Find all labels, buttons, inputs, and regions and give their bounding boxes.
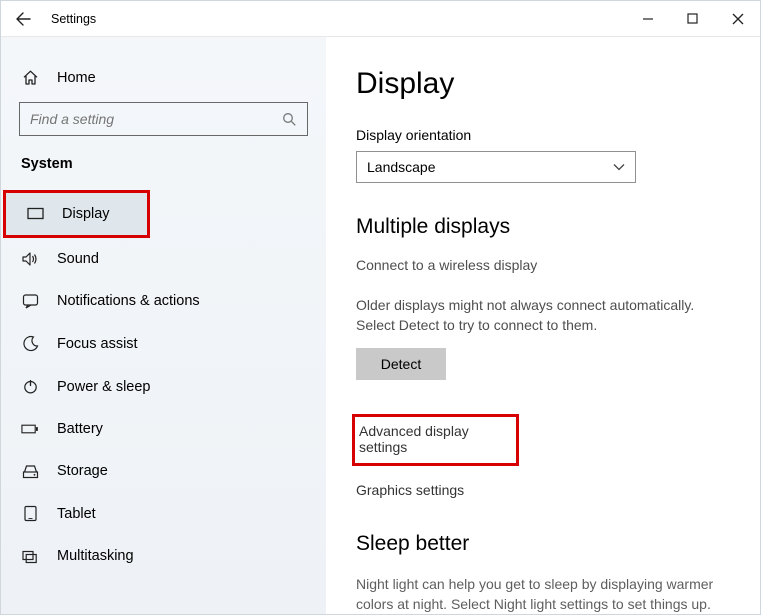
- window-title: Settings: [45, 12, 625, 26]
- storage-icon: [21, 464, 39, 479]
- sidebar-item-label: Battery: [57, 421, 103, 437]
- sidebar-item-battery[interactable]: Battery: [1, 408, 326, 450]
- main-content: Display Display orientation Landscape Mu…: [326, 37, 760, 614]
- advanced-display-link[interactable]: Advanced display settings: [359, 423, 469, 455]
- wireless-display-link[interactable]: Connect to a wireless display: [356, 257, 730, 273]
- maximize-button[interactable]: [670, 1, 715, 37]
- sidebar-item-tablet[interactable]: Tablet: [1, 492, 326, 535]
- sleep-better-heading: Sleep better: [356, 532, 730, 556]
- sidebar-item-label: Notifications & actions: [57, 293, 200, 309]
- sidebar-item-focus-assist[interactable]: Focus assist: [1, 322, 326, 365]
- display-icon: [26, 207, 44, 221]
- home-icon: [21, 69, 39, 86]
- orientation-value: Landscape: [367, 159, 436, 175]
- maximize-icon: [687, 13, 698, 24]
- titlebar: Settings: [1, 1, 760, 37]
- nav-list: Display Sound Notifications & actions: [1, 190, 326, 577]
- multiple-displays-heading: Multiple displays: [356, 215, 730, 239]
- graphics-settings-link[interactable]: Graphics settings: [356, 482, 730, 498]
- moon-icon: [21, 335, 39, 352]
- orientation-label: Display orientation: [356, 127, 730, 143]
- sound-icon: [21, 251, 39, 267]
- sidebar: Home System Display: [1, 37, 326, 614]
- sidebar-item-power-sleep[interactable]: Power & sleep: [1, 365, 326, 408]
- sidebar-item-label: Sound: [57, 251, 99, 267]
- multitasking-icon: [21, 549, 39, 564]
- sidebar-item-label: Focus assist: [57, 336, 138, 352]
- search-input[interactable]: [19, 102, 308, 136]
- home-label: Home: [57, 70, 96, 86]
- window-controls: [625, 1, 760, 37]
- sleep-description: Night light can help you get to sleep by…: [356, 574, 726, 614]
- detect-info: Older displays might not always connect …: [356, 295, 716, 336]
- battery-icon: [21, 423, 39, 435]
- sidebar-item-label: Power & sleep: [57, 379, 151, 395]
- page-title: Display: [356, 67, 730, 101]
- minimize-icon: [642, 13, 654, 25]
- sidebar-item-display[interactable]: Display: [3, 190, 150, 238]
- sidebar-item-storage[interactable]: Storage: [1, 450, 326, 492]
- sidebar-item-multitasking[interactable]: Multitasking: [1, 535, 326, 577]
- detect-button[interactable]: Detect: [356, 348, 446, 380]
- search-field[interactable]: [30, 111, 282, 127]
- sidebar-item-label: Multitasking: [57, 548, 134, 564]
- back-button[interactable]: [1, 11, 45, 27]
- sidebar-item-sound[interactable]: Sound: [1, 238, 326, 280]
- sidebar-item-notifications[interactable]: Notifications & actions: [1, 280, 326, 322]
- sidebar-item-label: Tablet: [57, 506, 96, 522]
- minimize-button[interactable]: [625, 1, 670, 37]
- power-icon: [21, 378, 39, 395]
- section-heading: System: [1, 156, 326, 190]
- chevron-down-icon: [613, 163, 625, 171]
- sidebar-item-label: Display: [62, 206, 110, 222]
- sidebar-item-label: Storage: [57, 463, 108, 479]
- search-icon: [282, 112, 297, 127]
- close-button[interactable]: [715, 1, 760, 37]
- orientation-select[interactable]: Landscape: [356, 151, 636, 183]
- home-link[interactable]: Home: [1, 61, 326, 102]
- tablet-icon: [21, 505, 39, 522]
- detect-button-label: Detect: [381, 356, 421, 372]
- notifications-icon: [21, 293, 39, 309]
- arrow-left-icon: [15, 11, 31, 27]
- close-icon: [732, 13, 744, 25]
